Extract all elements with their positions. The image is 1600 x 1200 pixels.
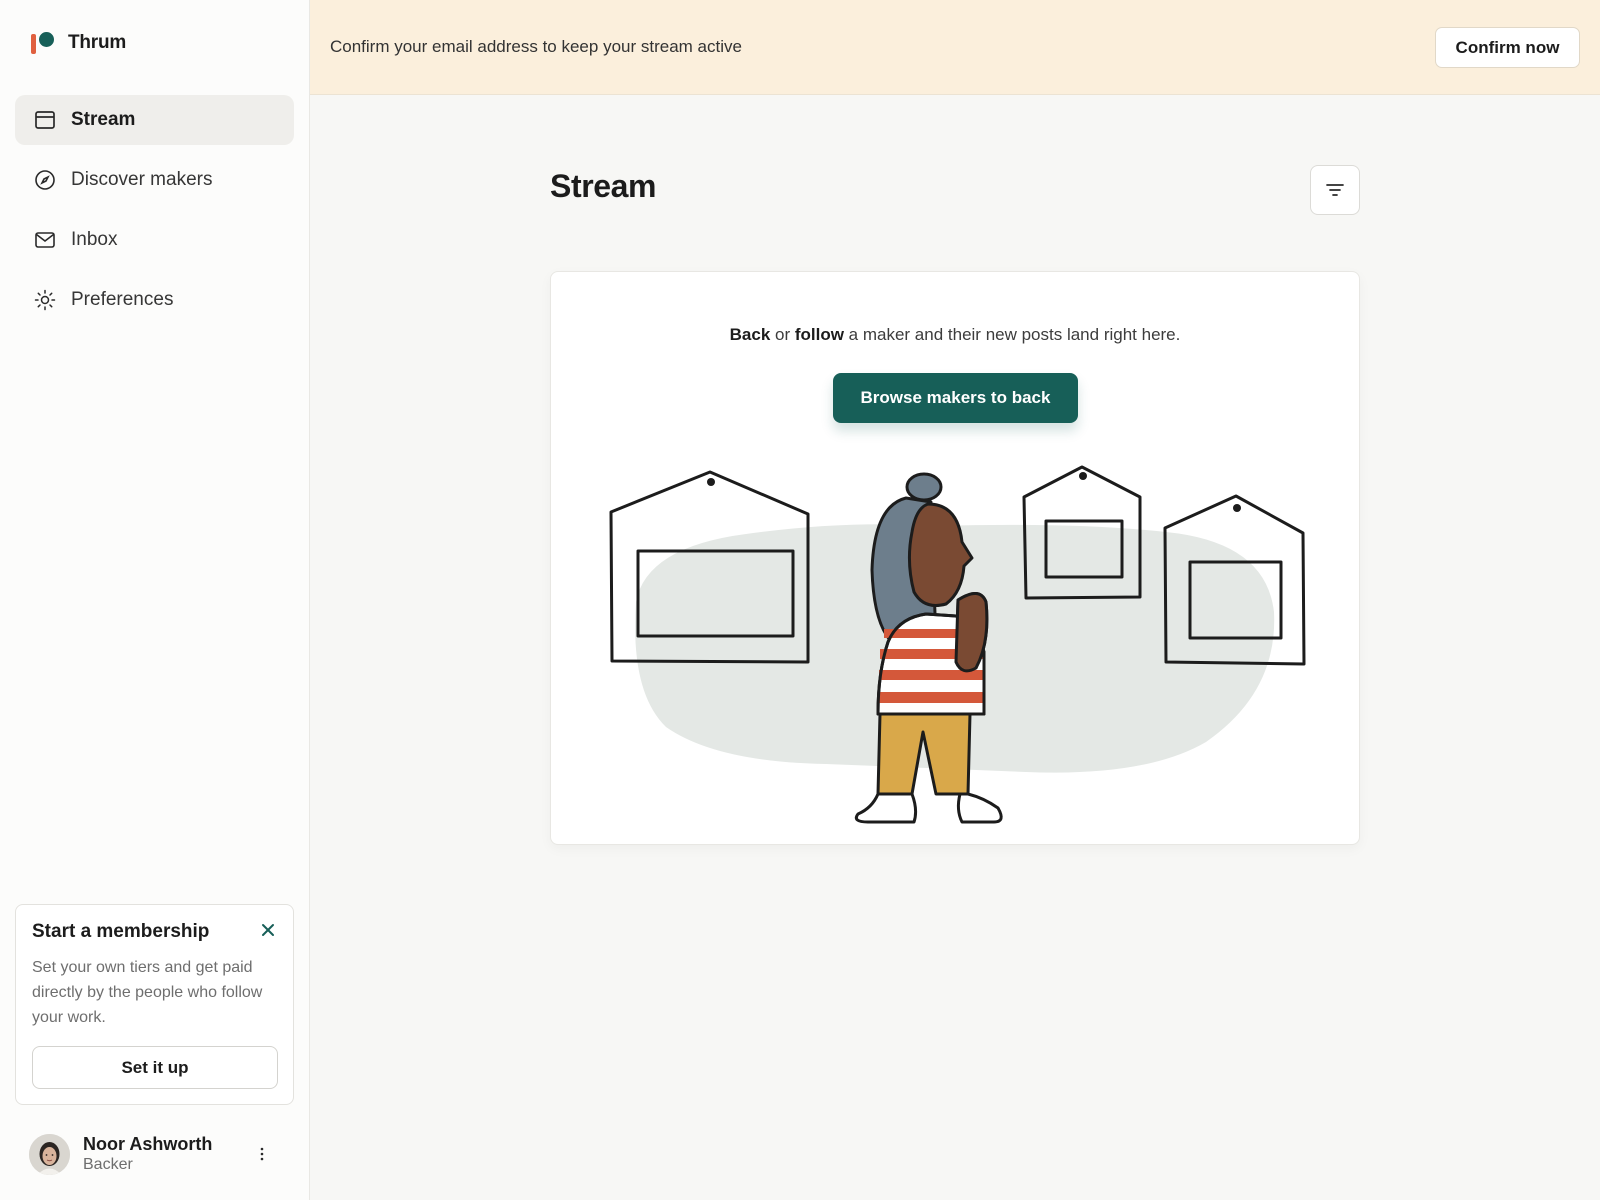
msg-follow: follow (794, 325, 844, 344)
filter-button[interactable] (1310, 165, 1360, 215)
sidebar-item-inbox[interactable]: Inbox (15, 215, 294, 265)
msg-back: Back (729, 325, 771, 344)
sidebar-item-label: Inbox (71, 229, 118, 250)
sidebar-item-label: Preferences (71, 289, 174, 310)
user-name: Noor Ashworth (83, 1134, 213, 1154)
msg-or: or (770, 325, 795, 344)
brand-name: Thrum (68, 32, 127, 53)
sidebar-nav: Stream Discover makers Inbox Preferences (15, 95, 294, 335)
sidebar-item-stream[interactable]: Stream (15, 95, 294, 145)
user-role: Backer (83, 1156, 133, 1173)
sidebar-item-preferences[interactable]: Preferences (15, 275, 294, 325)
stream-icon (33, 108, 57, 132)
sidebar: Thrum Stream Discover makers Inbox Prefe… (0, 0, 310, 1200)
confirm-email-banner: Confirm your email address to keep your … (310, 0, 1600, 95)
gallery-illustration (609, 465, 1306, 824)
sidebar-item-label: Discover makers (71, 169, 213, 190)
promo-body: Set your own tiers and get paid directly… (32, 959, 263, 1026)
sun-gear-icon (33, 288, 57, 312)
membership-promo-card: Start a membership Set your own tiers an… (15, 904, 294, 1105)
set-it-up-button[interactable]: Set it up (32, 1046, 278, 1089)
promo-title: Start a membership (32, 921, 210, 942)
msg-rest: a maker and their new posts land right h… (843, 325, 1181, 344)
brand-logo (30, 30, 56, 56)
sidebar-item-discover-makers[interactable]: Discover makers (15, 155, 294, 205)
user-profile[interactable]: Noor Ashworth Backer (29, 1132, 284, 1176)
sidebar-item-label: Stream (71, 109, 136, 130)
mail-icon (33, 228, 57, 252)
empty-state-message: Back or follow a maker and their new pos… (551, 325, 1359, 345)
close-icon[interactable] (257, 919, 279, 941)
confirm-now-button[interactable]: Confirm now (1435, 27, 1580, 68)
empty-state-card: Back or follow a maker and their new pos… (550, 271, 1360, 845)
avatar (29, 1133, 70, 1175)
more-vertical-icon[interactable] (252, 1143, 272, 1165)
filter-icon (1326, 184, 1344, 196)
banner-text: Confirm your email address to keep your … (330, 37, 742, 56)
compass-icon (33, 168, 57, 192)
brand[interactable]: Thrum (30, 30, 126, 56)
page-title: Stream (550, 168, 657, 204)
browse-makers-button[interactable]: Browse makers to back (833, 373, 1078, 423)
